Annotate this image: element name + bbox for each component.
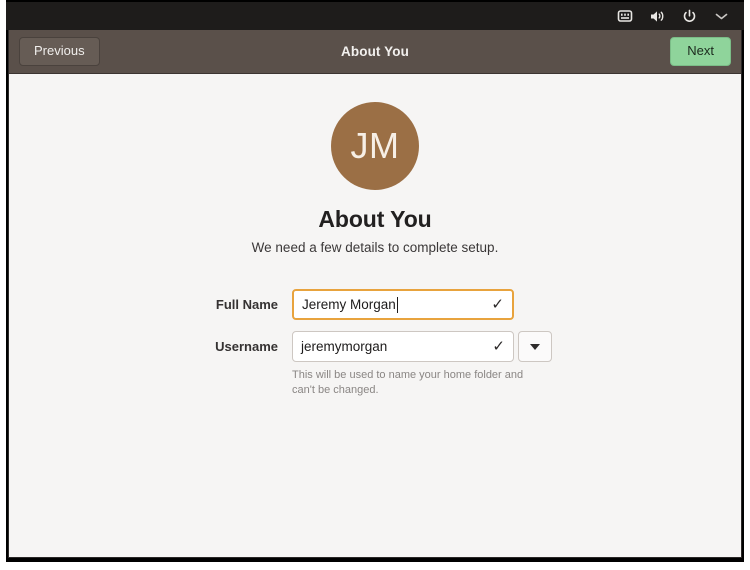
username-field-line: jeremymorgan ✓ [292,331,552,362]
previous-button[interactable]: Previous [19,37,100,66]
keyboard-icon[interactable] [616,7,634,25]
system-topbar [6,2,744,30]
full-name-value: Jeremy Morgan [302,297,396,312]
username-valid-check-icon: ✓ [492,338,505,355]
header-bar: Previous About You Next [9,30,741,74]
username-helper-text: This will be used to name your home fold… [292,369,524,396]
full-name-label: Full Name [215,297,278,312]
volume-icon[interactable] [648,7,666,25]
page-title: About You [318,206,432,232]
full-name-field-group: Jeremy Morgan ✓ [292,289,514,320]
power-icon[interactable] [680,7,698,25]
full-name-valid-check-icon: ✓ [491,296,504,313]
screen-root: Previous About You Next JM About You We … [0,0,750,570]
username-label: Username [215,339,278,354]
chevron-down-icon[interactable] [712,7,730,25]
content-area: JM About You We need a few details to co… [9,74,741,557]
full-name-input[interactable]: Jeremy Morgan ✓ [292,289,514,320]
full-name-row: Full Name Jeremy Morgan ✓ [198,289,552,321]
avatar[interactable]: JM [331,102,419,190]
full-name-field-line: Jeremy Morgan ✓ [292,289,514,320]
username-input[interactable]: jeremymorgan ✓ [292,331,514,362]
chevron-down-icon [530,343,540,350]
installer-window: Previous About You Next JM About You We … [8,30,742,558]
username-field-group: jeremymorgan ✓ This will be used to name… [292,331,552,398]
username-value: jeremymorgan [301,339,388,354]
username-row: Username jeremymorgan ✓ This will be use… [198,331,552,398]
text-cursor [396,296,398,313]
header-title: About You [341,44,409,59]
page-subtitle: We need a few details to complete setup. [251,240,499,255]
about-you-form: Full Name Jeremy Morgan ✓ Username jerem… [198,289,552,408]
next-button[interactable]: Next [670,37,731,66]
system-tray [616,7,730,25]
username-dropdown-button[interactable] [518,331,552,362]
